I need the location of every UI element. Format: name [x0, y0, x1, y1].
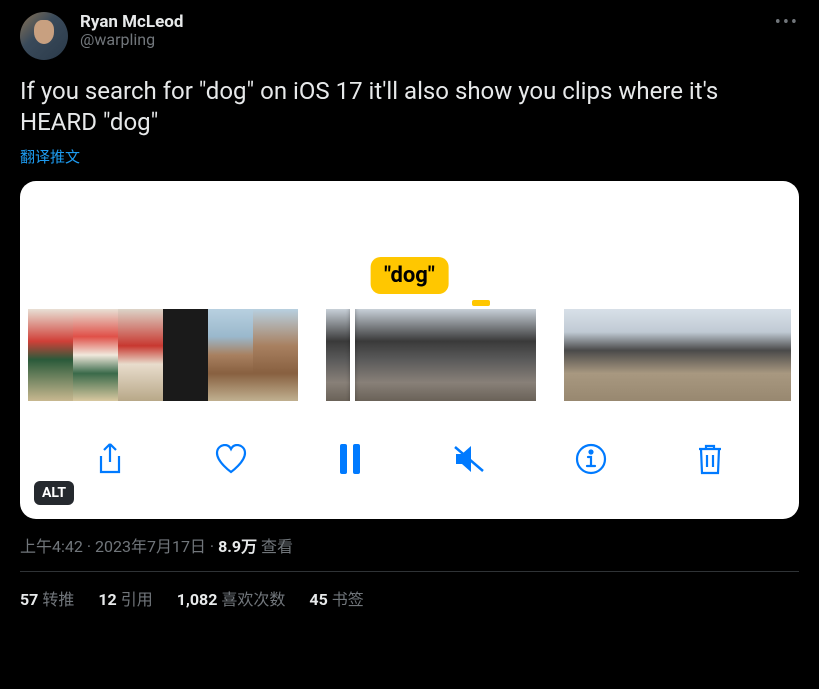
tweet-time[interactable]: 上午4:42: [20, 537, 83, 556]
clip-group-3[interactable]: [564, 309, 791, 401]
share-icon[interactable]: [95, 442, 125, 476]
search-term-chip: "dog": [370, 257, 449, 294]
bookmarks-stat[interactable]: 45书签: [309, 586, 363, 610]
divider: [20, 571, 799, 572]
retweets-stat[interactable]: 57转推: [20, 586, 74, 610]
heart-icon[interactable]: [214, 444, 248, 474]
author-block[interactable]: Ryan McLeod @warpling: [80, 12, 183, 49]
clip-group-2[interactable]: [326, 309, 536, 401]
clip-thumb: [774, 309, 791, 401]
tweet-text: If you search for "dog" on iOS 17 it'll …: [20, 76, 799, 138]
mute-icon[interactable]: [452, 444, 486, 474]
media-toolbar: [20, 429, 799, 489]
clip-thumb: [690, 309, 732, 401]
info-icon[interactable]: [575, 443, 607, 475]
clip-thumb: [732, 309, 774, 401]
clip-thumb: [253, 309, 298, 401]
clip-thumb: [648, 309, 690, 401]
clip-thumb: [396, 309, 466, 401]
media-attachment[interactable]: "dog": [20, 181, 799, 519]
pause-icon[interactable]: [337, 444, 363, 474]
handle: @warpling: [80, 30, 183, 49]
clip-thumb: [208, 309, 253, 401]
playhead[interactable]: [350, 309, 355, 401]
tweet-meta: 上午4:42 · 2023年7月17日 · 8.9万 查看: [20, 533, 799, 557]
clip-group-1[interactable]: [28, 309, 298, 401]
tweet-header: Ryan McLeod @warpling •••: [20, 12, 799, 60]
clip-thumb: [606, 309, 648, 401]
avatar[interactable]: [20, 12, 68, 60]
tweet-date[interactable]: 2023年7月17日: [95, 537, 206, 556]
clip-thumb: [73, 309, 118, 401]
clip-thumb: [466, 309, 536, 401]
display-name: Ryan McLeod: [80, 12, 183, 32]
video-timeline[interactable]: [20, 309, 799, 401]
trash-icon[interactable]: [696, 443, 724, 475]
clip-thumb: [564, 309, 606, 401]
views-label: 查看: [261, 537, 293, 556]
translate-link[interactable]: 翻译推文: [20, 146, 799, 167]
tweet-stats: 57转推 12引用 1,082喜欢次数 45书签: [20, 586, 799, 610]
clip-thumb: [163, 309, 208, 401]
clip-thumb: [118, 309, 163, 401]
quotes-stat[interactable]: 12引用: [98, 586, 152, 610]
more-options-icon[interactable]: •••: [775, 12, 799, 33]
likes-stat[interactable]: 1,082喜欢次数: [177, 586, 286, 610]
views-count: 8.9万: [218, 537, 257, 556]
timeline-marker: [472, 300, 490, 306]
alt-badge[interactable]: ALT: [34, 481, 74, 505]
clip-thumb: [326, 309, 396, 401]
tweet-container: Ryan McLeod @warpling ••• If you search …: [0, 0, 819, 610]
clip-thumb: [28, 309, 73, 401]
